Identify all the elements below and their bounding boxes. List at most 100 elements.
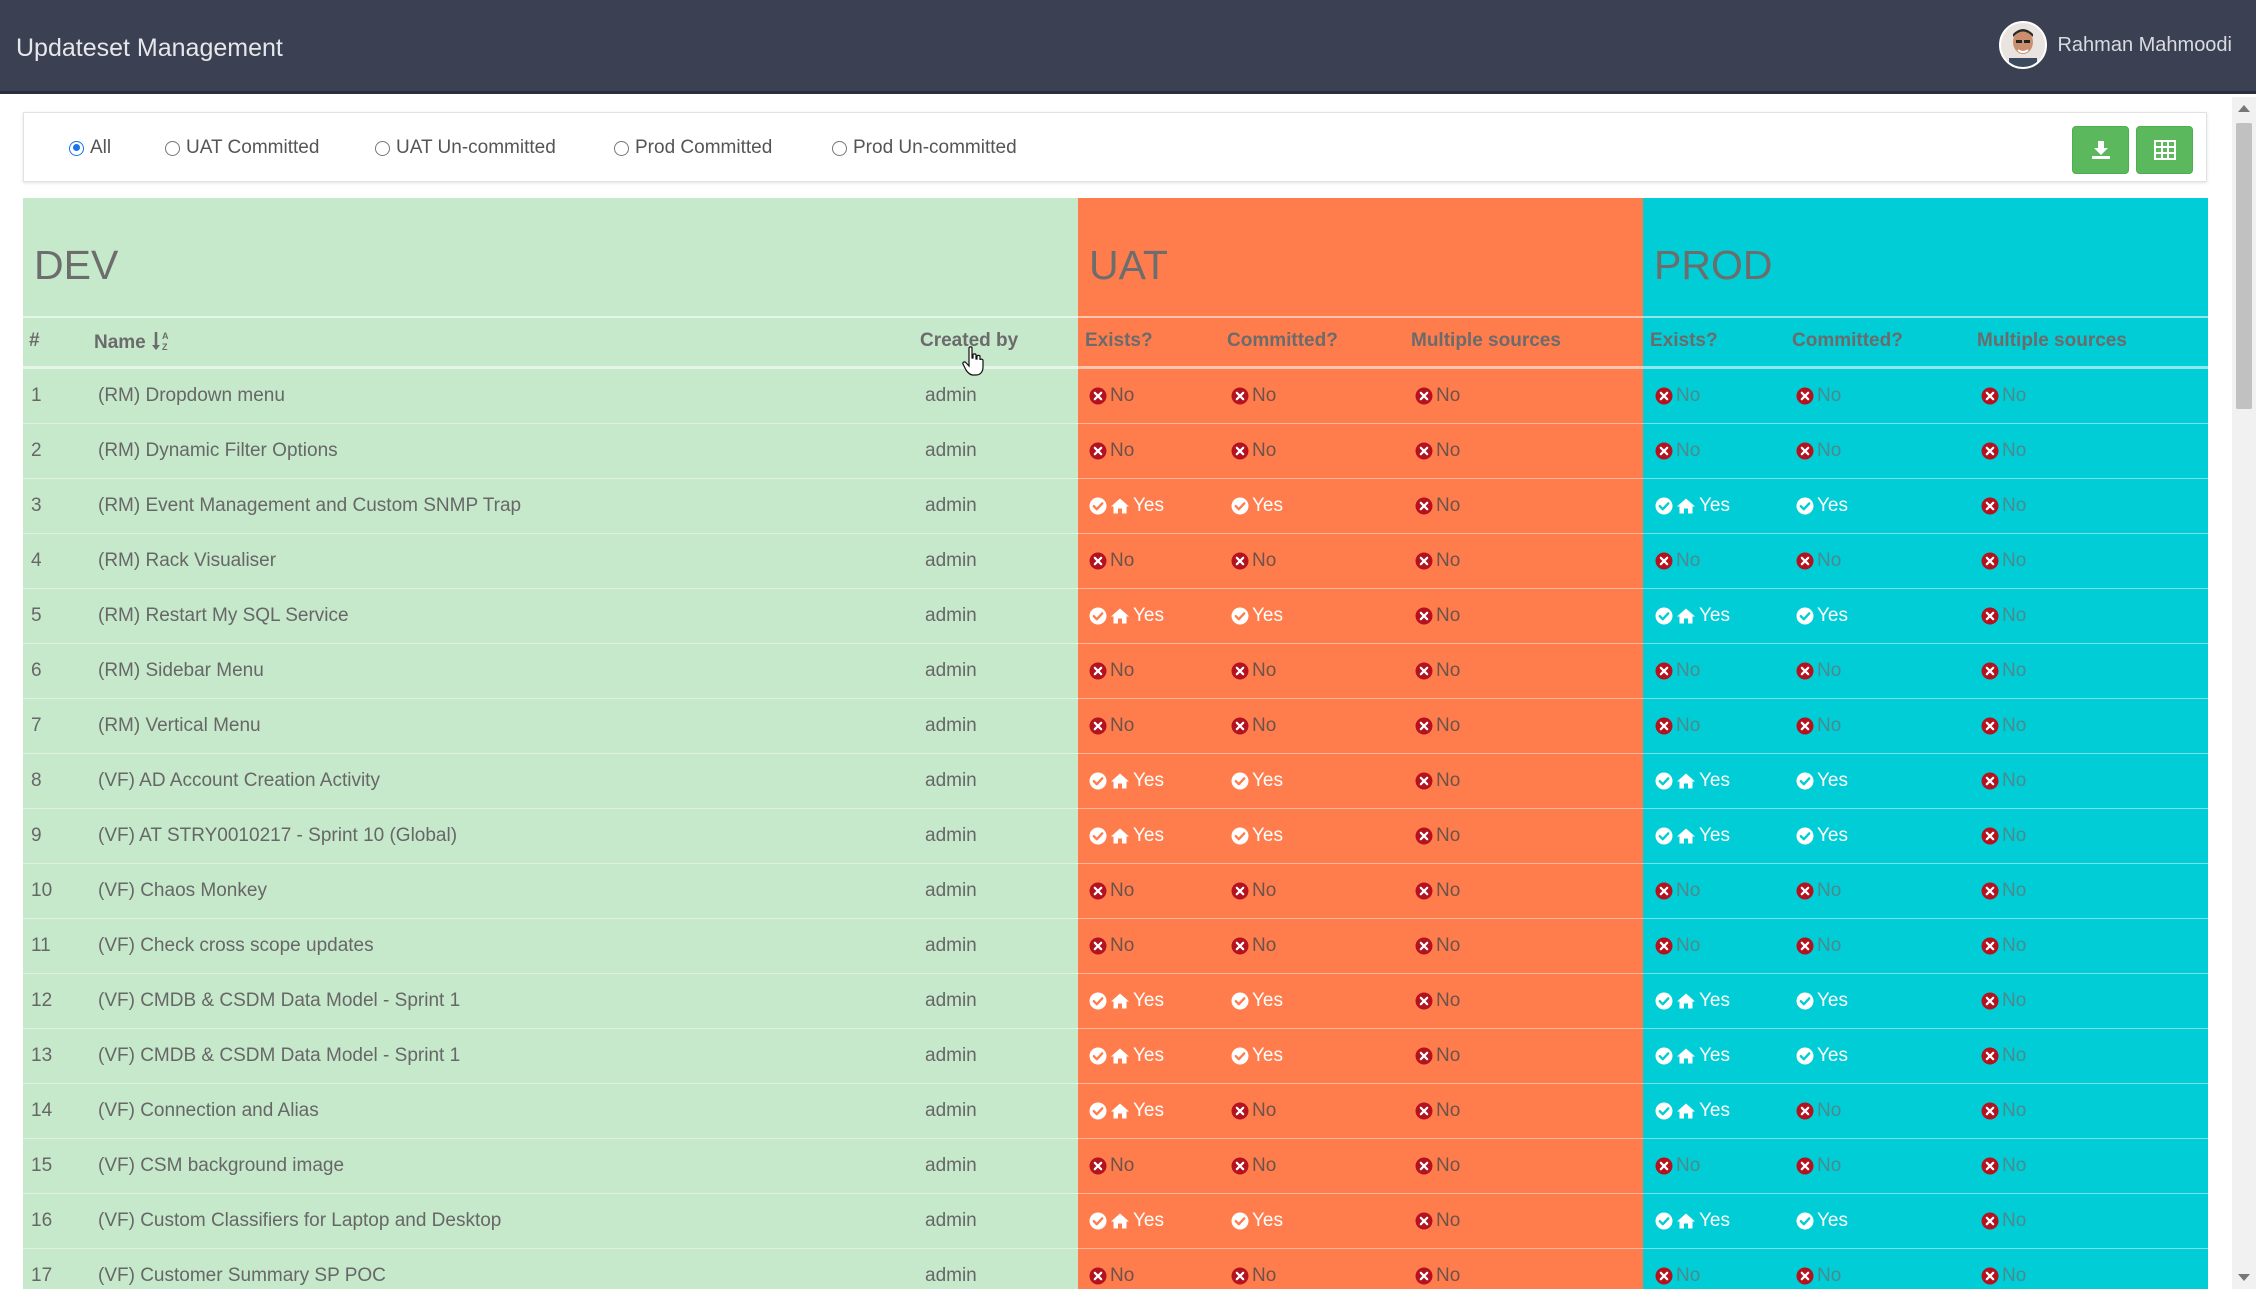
table-view-button[interactable] — [2136, 126, 2193, 174]
cell-name[interactable]: (VF) CMDB & CSDM Data Model - Sprint 1 — [98, 1029, 460, 1083]
table-row[interactable]: 6 (RM) Sidebar Menu admin No No No No No No — [23, 644, 2208, 699]
user-menu[interactable]: Rahman Mahmoodi — [1999, 20, 2232, 70]
check-circle-icon — [1655, 607, 1673, 625]
home-icon — [1677, 498, 1695, 514]
radio-uat-committed[interactable] — [165, 140, 180, 156]
cell-created-by: admin — [925, 715, 977, 736]
col-header-prod-committed[interactable]: Committed? — [1792, 330, 1903, 352]
page-scrollbar[interactable] — [2232, 97, 2256, 1289]
table-row[interactable]: 13 (VF) CMDB & CSDM Data Model - Sprint 1… — [23, 1029, 2208, 1084]
table-row[interactable]: 9 (VF) AT STRY0010217 - Sprint 10 (Global… — [23, 809, 2208, 864]
status-text: Yes — [1133, 1210, 1164, 1231]
status-text: Yes — [1817, 1045, 1848, 1066]
cell-num: 1 — [31, 385, 42, 406]
col-header-uat-committed[interactable]: Committed? — [1227, 330, 1338, 352]
cell-name[interactable]: (VF) Check cross scope updates — [98, 919, 374, 973]
filter-uat-committed[interactable]: UAT Committed — [165, 133, 319, 163]
cell-name[interactable]: (RM) Sidebar Menu — [98, 644, 264, 698]
col-header-prod-multiple[interactable]: Multiple sources — [1977, 330, 2127, 352]
cell-name[interactable]: (RM) Restart My SQL Service — [98, 589, 349, 643]
x-circle-icon — [1089, 882, 1107, 900]
cell-num: 9 — [31, 825, 42, 846]
cell-prod-committed: Yes — [1796, 809, 1848, 863]
col-header-name[interactable]: Name A Z — [94, 330, 173, 354]
status-text: No — [1817, 1155, 1842, 1176]
cell-name[interactable]: (RM) Dropdown menu — [98, 369, 285, 423]
cell-name[interactable]: (RM) Event Management and Custom SNMP Tr… — [98, 479, 521, 533]
table-row[interactable]: 11 (VF) Check cross scope updates admin No N… — [23, 919, 2208, 974]
col-header-uat-exists[interactable]: Exists? — [1085, 330, 1153, 352]
app-title[interactable]: Updateset Management — [16, 34, 283, 63]
cell-prod-committed: Yes — [1796, 589, 1848, 643]
scroll-thumb[interactable] — [2236, 123, 2252, 409]
table-row[interactable]: 2 (RM) Dynamic Filter Options admin No No No N… — [23, 424, 2208, 479]
cell-name[interactable]: (VF) CMDB & CSDM Data Model - Sprint 1 — [98, 974, 460, 1028]
table-row[interactable]: 3 (RM) Event Management and Custom SNMP T… — [23, 479, 2208, 534]
cell-name[interactable]: (VF) Customer Summary SP POC — [98, 1249, 386, 1289]
x-circle-icon — [1796, 1157, 1814, 1175]
col-header-prod-exists[interactable]: Exists? — [1650, 330, 1718, 352]
x-circle-icon — [1231, 662, 1249, 680]
cell-name[interactable]: (VF) CSM background image — [98, 1139, 344, 1193]
x-circle-icon — [1655, 717, 1673, 735]
check-circle-icon — [1089, 497, 1107, 515]
status-text: Yes — [1133, 1100, 1164, 1121]
cell-name[interactable]: (VF) AD Account Creation Activity — [98, 754, 380, 808]
table-row[interactable]: 1 (RM) Dropdown menu admin No No No No No No — [23, 369, 2208, 424]
filter-prod-committed[interactable]: Prod Committed — [614, 133, 772, 163]
radio-uat-uncommitted[interactable] — [375, 140, 390, 156]
radio-prod-committed[interactable] — [614, 140, 629, 156]
cell-uat-committed: Yes — [1231, 974, 1283, 1028]
scroll-down-icon[interactable] — [2238, 1274, 2250, 1281]
cell-prod-exists: Yes — [1655, 1194, 1730, 1248]
scroll-up-icon[interactable] — [2238, 105, 2250, 112]
table-row[interactable]: 10 (VF) Chaos Monkey admin No No No No No No — [23, 864, 2208, 919]
filter-uat-uncommitted[interactable]: UAT Un-committed — [375, 133, 556, 163]
status-text: No — [2002, 385, 2027, 406]
cell-name[interactable]: (VF) Connection and Alias — [98, 1084, 319, 1138]
status-text: No — [2002, 825, 2027, 846]
download-icon — [2091, 141, 2110, 159]
table-row[interactable]: 12 (VF) CMDB & CSDM Data Model - Sprint 1… — [23, 974, 2208, 1029]
cell-uat-committed: No — [1231, 1084, 1276, 1138]
cell-created-by: admin — [925, 605, 977, 626]
table-row[interactable]: 5 (RM) Restart My SQL Service admin Yes Yes N… — [23, 589, 2208, 644]
table-row[interactable]: 17 (VF) Customer Summary SP POC admin No No N… — [23, 1249, 2208, 1289]
cell-name[interactable]: (VF) AT STRY0010217 - Sprint 10 (Global) — [98, 809, 457, 863]
cell-num: 15 — [31, 1155, 53, 1176]
x-circle-icon — [1089, 937, 1107, 955]
status-text: No — [1676, 550, 1701, 571]
avatar[interactable] — [1999, 21, 2048, 69]
cell-name[interactable]: (VF) Chaos Monkey — [98, 864, 267, 918]
cell-name[interactable]: (VF) Custom Classifiers for Laptop and D… — [98, 1194, 501, 1248]
table-row[interactable]: 8 (VF) AD Account Creation Activity admin Y… — [23, 754, 2208, 809]
cell-name[interactable]: (RM) Dynamic Filter Options — [98, 424, 338, 478]
download-button[interactable] — [2072, 126, 2129, 174]
radio-prod-uncommitted[interactable] — [832, 140, 847, 156]
filter-label: Prod Committed — [635, 137, 773, 158]
divider — [1078, 316, 1643, 318]
radio-all[interactable] — [69, 140, 84, 156]
home-icon — [1111, 1048, 1129, 1064]
col-header-num[interactable]: # — [29, 330, 40, 352]
cell-prod-exists: No — [1655, 369, 1700, 423]
cell-name[interactable]: (RM) Vertical Menu — [98, 699, 261, 753]
table-row[interactable]: 14 (VF) Connection and Alias admin Yes No No Y… — [23, 1084, 2208, 1139]
cell-created-by: admin — [925, 825, 977, 846]
cell-uat-committed: No — [1231, 424, 1276, 478]
x-circle-icon — [1981, 827, 1999, 845]
check-circle-icon — [1089, 607, 1107, 625]
table-row[interactable]: 7 (RM) Vertical Menu admin No No No No No No — [23, 699, 2208, 754]
table-row[interactable]: 15 (VF) CSM background image admin No No No No… — [23, 1139, 2208, 1194]
col-header-uat-multiple[interactable]: Multiple sources — [1411, 330, 1561, 352]
table-row[interactable]: 4 (RM) Rack Visualiser admin No No No No No No — [23, 534, 2208, 589]
filter-all[interactable]: All — [69, 133, 111, 163]
filter-prod-uncommitted[interactable]: Prod Un-committed — [832, 133, 1017, 163]
cell-uat-exists: No — [1089, 864, 1134, 918]
table-row[interactable]: 16 (VF) Custom Classifiers for Laptop and… — [23, 1194, 2208, 1249]
cell-name[interactable]: (RM) Rack Visualiser — [98, 534, 276, 588]
status-text: Yes — [1133, 605, 1164, 626]
status-text: Yes — [1817, 990, 1848, 1011]
hand-cursor-icon — [962, 346, 984, 376]
check-circle-icon — [1655, 1047, 1673, 1065]
